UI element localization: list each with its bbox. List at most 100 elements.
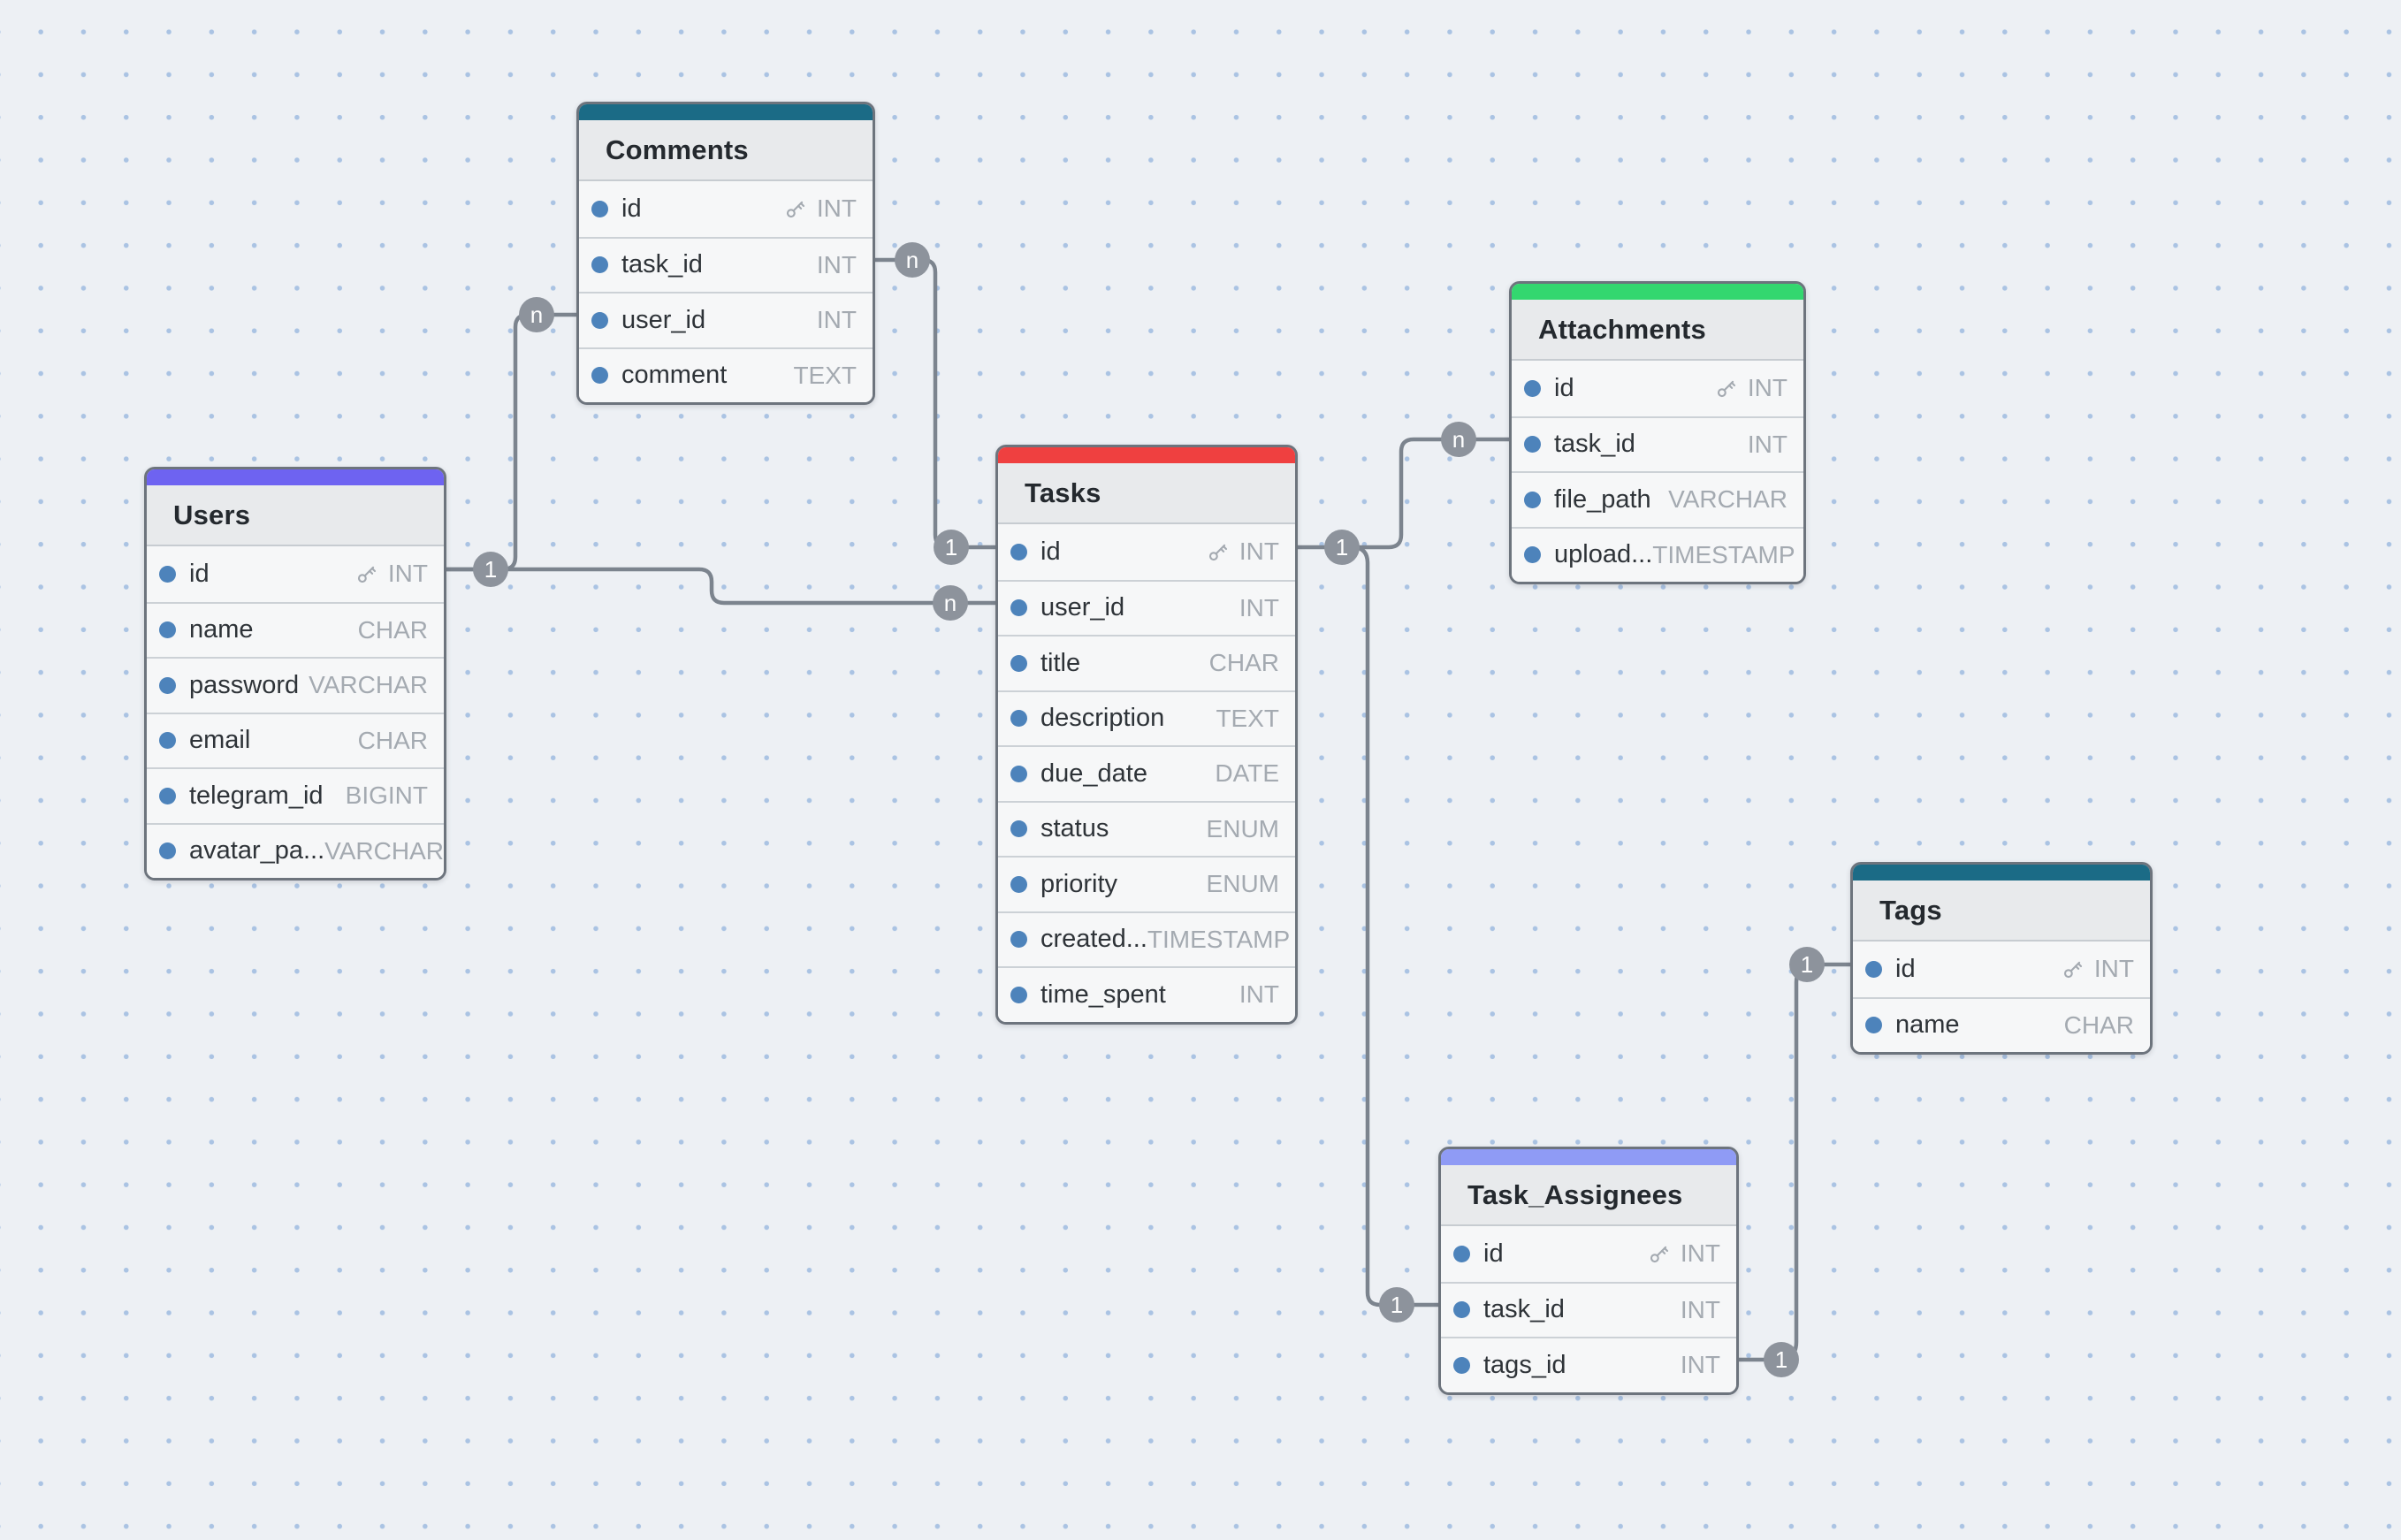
field-name: task_id [621, 250, 703, 279]
field-row[interactable]: id INT [998, 524, 1295, 580]
field-row[interactable]: comment TEXT [579, 347, 873, 403]
field-type: BIGINT [346, 781, 428, 810]
field-row[interactable]: task_id INT [1512, 416, 1803, 472]
field-dot-icon [1524, 546, 1541, 563]
field-row[interactable]: tags_id INT [1441, 1337, 1736, 1392]
cardinality-badge[interactable]: 1 [1324, 530, 1360, 565]
field-type: INT [1748, 431, 1787, 459]
field-dot-icon [159, 732, 176, 749]
field-type: CHAR [2064, 1011, 2134, 1040]
connector-tasks-attachments[interactable] [1298, 439, 1509, 547]
field-row[interactable]: status ENUM [998, 801, 1295, 857]
cardinality-badge[interactable]: n [519, 297, 554, 332]
table-title: Attachments [1512, 300, 1803, 361]
field-dot-icon [591, 312, 608, 329]
field-name: task_id [1554, 430, 1635, 459]
field-name: description [1040, 704, 1164, 733]
field-row[interactable]: user_id INT [998, 580, 1295, 636]
field-type: CHAR [358, 727, 428, 755]
field-name: title [1040, 649, 1080, 678]
cardinality-badge[interactable]: 1 [1379, 1287, 1414, 1323]
field-type: VARCHAR [1668, 485, 1787, 514]
field-type: TIMESTAMP [1652, 541, 1795, 569]
field-dot-icon [159, 842, 176, 859]
field-dot-icon [1010, 655, 1027, 672]
connector-tags-task-assignees[interactable] [1739, 964, 1850, 1360]
field-type: DATE [1215, 759, 1279, 788]
connector-comments-tasks[interactable] [875, 260, 995, 547]
connector-users-comments[interactable] [446, 315, 576, 569]
er-diagram-canvas[interactable]: 1 n n 1 n 1 n 1 1 1 Comments id INT task… [0, 0, 2401, 1540]
field-type: TIMESTAMP [1147, 926, 1290, 954]
field-row[interactable]: id INT [147, 546, 444, 602]
field-dot-icon [159, 566, 176, 583]
field-row[interactable]: description TEXT [998, 690, 1295, 746]
field-name: user_id [621, 306, 705, 335]
cardinality-badge[interactable]: 1 [1789, 947, 1825, 982]
field-row[interactable]: id INT [1441, 1226, 1736, 1282]
field-dot-icon [591, 256, 608, 273]
field-name: name [1895, 1010, 1960, 1040]
table-title: Tags [1853, 881, 2150, 942]
field-name: avatar_pa... [189, 836, 324, 865]
table-tasks[interactable]: Tasks id INT user_id INT title CHAR desc… [995, 445, 1298, 1025]
table-attachments[interactable]: Attachments id INT task_id INT file_path… [1509, 281, 1806, 584]
field-name: task_id [1483, 1295, 1565, 1324]
field-row[interactable]: task_id INT [579, 237, 873, 293]
field-name: id [1895, 955, 1916, 984]
primary-key-icon [1646, 1240, 1673, 1267]
field-dot-icon [1453, 1357, 1470, 1374]
field-dot-icon [1010, 876, 1027, 893]
field-row[interactable]: file_path VARCHAR [1512, 471, 1803, 527]
field-row[interactable]: user_id INT [579, 292, 873, 347]
cardinality-badge[interactable]: n [895, 242, 930, 278]
cardinality-badge[interactable]: 1 [934, 530, 969, 565]
field-row[interactable]: id INT [579, 181, 873, 237]
field-dot-icon [591, 367, 608, 384]
field-row[interactable]: password VARCHAR [147, 657, 444, 713]
connector-tasks-task-assignees[interactable] [1342, 547, 1438, 1305]
field-row[interactable]: name CHAR [147, 602, 444, 658]
field-row[interactable]: name CHAR [1853, 997, 2150, 1053]
field-name: id [621, 194, 642, 224]
field-dot-icon [1865, 1017, 1882, 1033]
table-users[interactable]: Users id INT name CHAR password VARCHAR … [144, 467, 446, 881]
cardinality-badge[interactable]: n [933, 585, 968, 621]
table-comments[interactable]: Comments id INT task_id INT user_id INT … [576, 102, 875, 405]
field-dot-icon [1865, 961, 1882, 978]
field-row[interactable]: time_spent INT [998, 966, 1295, 1022]
field-name: telegram_id [189, 781, 324, 811]
field-dot-icon [1010, 544, 1027, 560]
field-name: name [189, 615, 254, 644]
field-dot-icon [1524, 380, 1541, 397]
field-row[interactable]: avatar_pa... VARCHAR [147, 823, 444, 879]
field-row[interactable]: upload... TIMESTAMP [1512, 527, 1803, 583]
cardinality-badge[interactable]: 1 [1764, 1342, 1799, 1377]
field-row[interactable]: title CHAR [998, 635, 1295, 690]
field-dot-icon [1524, 436, 1541, 453]
field-row[interactable]: created... TIMESTAMP [998, 911, 1295, 967]
table-accent-bar [998, 447, 1295, 463]
field-row[interactable]: task_id INT [1441, 1282, 1736, 1338]
table-title: Task_Assignees [1441, 1165, 1736, 1226]
cardinality-badge[interactable]: n [1441, 422, 1476, 457]
table-accent-bar [147, 469, 444, 485]
field-row[interactable]: id INT [1512, 361, 1803, 416]
field-row[interactable]: email CHAR [147, 713, 444, 768]
table-tags[interactable]: Tags id INT name CHAR [1850, 862, 2153, 1055]
field-type: TEXT [1216, 705, 1279, 733]
connector-users-tasks[interactable] [446, 569, 995, 603]
table-task-assignees[interactable]: Task_Assignees id INT task_id INT tags_i… [1438, 1147, 1739, 1395]
field-dot-icon [1453, 1301, 1470, 1318]
field-row[interactable]: telegram_id BIGINT [147, 767, 444, 823]
field-dot-icon [1010, 599, 1027, 616]
field-name: password [189, 671, 299, 700]
field-type: CHAR [358, 616, 428, 644]
field-row[interactable]: due_date DATE [998, 745, 1295, 801]
field-row[interactable]: priority ENUM [998, 856, 1295, 911]
field-dot-icon [159, 621, 176, 638]
cardinality-badge[interactable]: 1 [473, 552, 508, 587]
field-row[interactable]: id INT [1853, 942, 2150, 997]
table-accent-bar [1441, 1149, 1736, 1165]
field-type: INT [1239, 537, 1279, 566]
